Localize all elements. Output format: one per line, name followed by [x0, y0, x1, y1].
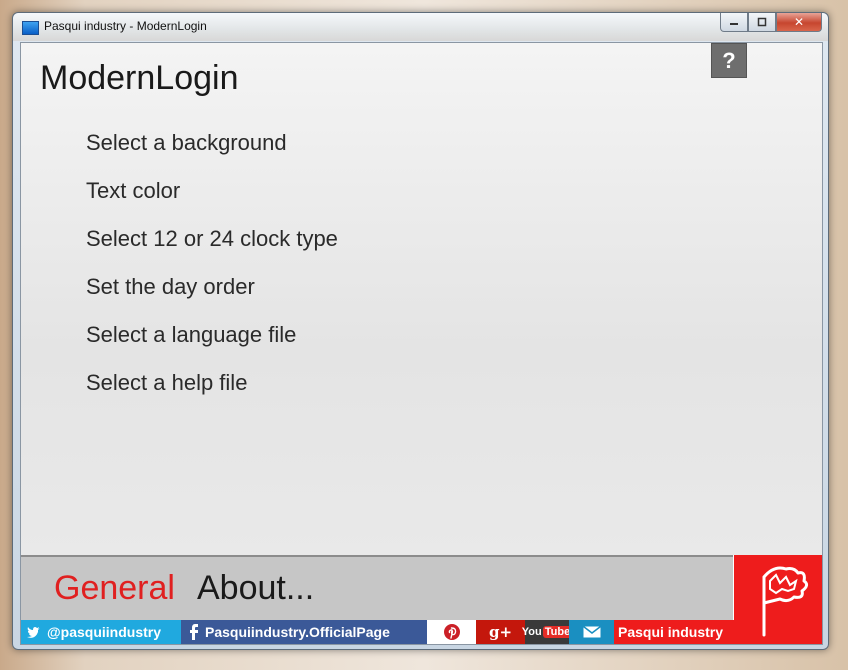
tab-bar: General About...: [21, 555, 733, 620]
gplus-link[interactable]: g+: [476, 620, 525, 644]
close-button[interactable]: ✕: [776, 13, 822, 32]
tab-general[interactable]: General: [54, 569, 175, 608]
window-title: Pasqui industry - ModernLogin: [44, 19, 207, 33]
facebook-page: Pasquiindustry.OfficialPage: [205, 624, 390, 640]
help-icon: ?: [722, 47, 736, 73]
menu-item-clock-type[interactable]: Select 12 or 24 clock type: [86, 221, 338, 269]
minimize-button[interactable]: [720, 13, 748, 32]
mail-icon: [582, 626, 601, 638]
menu-item-day-order[interactable]: Set the day order: [86, 269, 338, 317]
page-title: ModernLogin: [40, 59, 239, 97]
menu-item-text-color[interactable]: Text color: [86, 173, 338, 221]
gplus-icon: g+: [488, 623, 513, 641]
tab-about[interactable]: About...: [197, 569, 314, 608]
minimize-icon: [730, 23, 738, 25]
title-bar[interactable]: Pasqui industry - ModernLogin ✕: [13, 13, 828, 41]
mail-link[interactable]: [569, 620, 614, 644]
app-icon: [22, 21, 39, 35]
maximize-button[interactable]: [748, 13, 776, 32]
pasqui-link[interactable]: Pasqui industry: [614, 620, 734, 644]
youtube-link[interactable]: You Tube: [521, 620, 573, 644]
menu-item-background[interactable]: Select a background: [86, 125, 338, 173]
menu-item-help-file[interactable]: Select a help file: [86, 365, 338, 413]
settings-panel: ModernLogin ? Select a background Text c…: [21, 43, 822, 555]
pinterest-link[interactable]: [427, 620, 476, 644]
pinterest-icon: [443, 624, 460, 640]
facebook-icon: [190, 624, 198, 640]
pasqui-logo-icon: [762, 566, 809, 637]
maximize-icon: [757, 17, 767, 27]
social-bar: @pasquiindustry Pasquiindustry.OfficialP…: [21, 620, 734, 644]
twitter-handle: @pasquiindustry: [47, 624, 161, 640]
menu-item-language-file[interactable]: Select a language file: [86, 317, 338, 365]
help-button[interactable]: ?: [711, 43, 747, 78]
app-window: Pasqui industry - ModernLogin ✕ ModernLo…: [12, 12, 829, 650]
twitter-link[interactable]: @pasquiindustry: [21, 620, 181, 644]
twitter-icon: [27, 627, 40, 638]
settings-menu: Select a background Text color Select 12…: [86, 125, 338, 413]
close-icon: ✕: [793, 15, 805, 29]
pasqui-label: Pasqui industry: [618, 624, 724, 640]
pasqui-logo[interactable]: [734, 555, 822, 644]
facebook-link[interactable]: Pasquiindustry.OfficialPage: [181, 620, 427, 644]
window-controls: ✕: [720, 13, 822, 32]
client-area: ModernLogin ? Select a background Text c…: [20, 42, 823, 645]
youtube-icon: You Tube: [521, 626, 573, 638]
